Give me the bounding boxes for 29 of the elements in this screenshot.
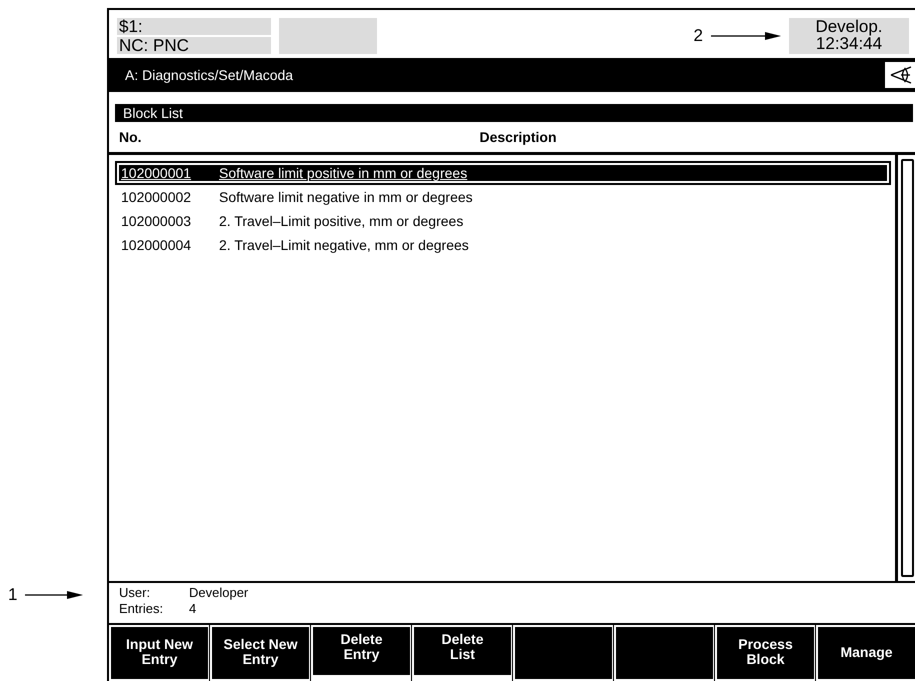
softkey-button[interactable]	[614, 625, 715, 681]
info-label: Entries:	[119, 601, 164, 618]
channel-field: $1:	[117, 18, 271, 35]
scroll-thumb[interactable]	[901, 158, 914, 578]
info-label: User:	[119, 585, 152, 602]
eye-button[interactable]	[885, 62, 915, 88]
mode-text: Develop.	[815, 18, 883, 35]
arrow-icon	[711, 31, 781, 41]
panel-title: Block List	[115, 104, 913, 122]
scrollbar[interactable]	[895, 154, 915, 582]
softkey-button[interactable]: Input New Entry	[109, 625, 210, 681]
eye-icon	[889, 64, 913, 85]
column-header: No.	[118, 128, 143, 145]
softkey-button[interactable]: Select New Entry	[210, 625, 311, 681]
arrow-icon	[25, 590, 84, 600]
list-row[interactable]: 102000001 Software limit positive in mm or degrees	[115, 160, 891, 185]
callout-number: 1	[8, 585, 18, 605]
softkey-button[interactable]: Delete List	[412, 625, 513, 681]
softkey-button[interactable]: Process Block	[715, 625, 816, 681]
nc-field: NC: PNC	[117, 37, 271, 54]
path-text: A: Diagnostics/Set/Macoda	[125, 66, 294, 83]
info-value: 4	[189, 601, 198, 618]
column-header: Description	[478, 128, 558, 145]
callout-number: 2	[694, 26, 703, 46]
softkey-button[interactable]	[513, 625, 614, 681]
info-value: Developer	[189, 585, 250, 602]
softkey-button[interactable]: Manage	[816, 625, 915, 681]
time-text: 12:34:44	[816, 35, 882, 52]
softkey-button[interactable]: Delete Entry	[311, 625, 412, 681]
